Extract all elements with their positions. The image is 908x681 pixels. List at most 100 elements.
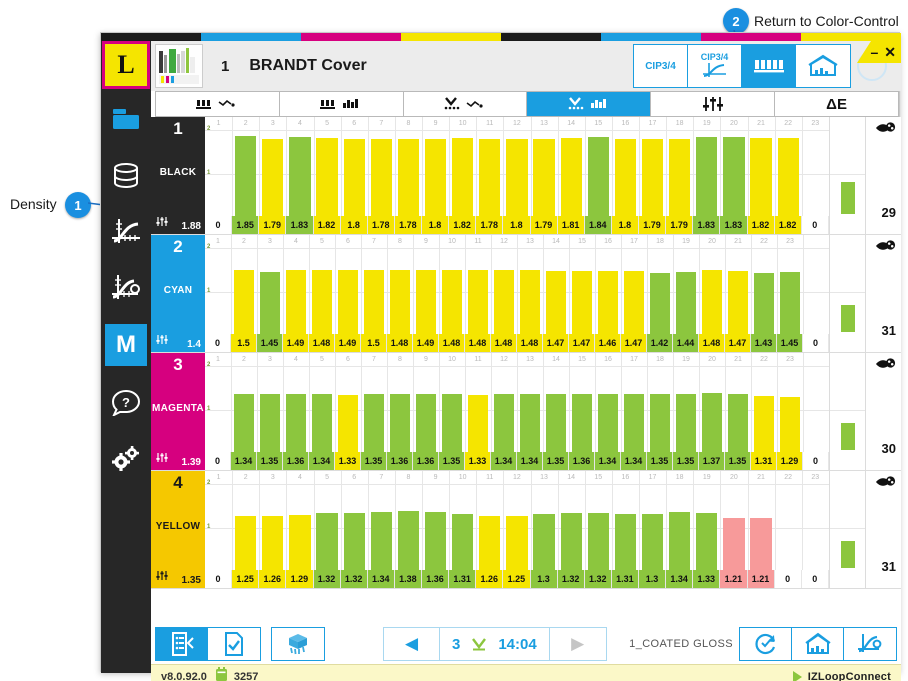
density-value-cell[interactable]: 1.8 xyxy=(503,216,531,234)
density-value-cell[interactable]: 1.78 xyxy=(367,216,395,234)
bar-cell[interactable] xyxy=(751,248,777,334)
density-value-cell[interactable]: 0 xyxy=(205,452,231,470)
density-value-cell[interactable]: 1.26 xyxy=(259,570,287,588)
bar-cell[interactable] xyxy=(413,366,439,452)
density-value-cell[interactable]: 1.21 xyxy=(720,570,748,588)
bar-cell[interactable] xyxy=(361,366,387,452)
density-value-cell[interactable]: 1.33 xyxy=(465,452,491,470)
density-value-cell[interactable]: 1.37 xyxy=(699,452,725,470)
bar-cell[interactable] xyxy=(465,366,491,452)
density-value-cell[interactable]: 1.49 xyxy=(335,334,361,352)
sidebar-item-curve-settings[interactable] xyxy=(101,263,151,313)
eye-icon[interactable] xyxy=(875,357,897,376)
refresh-sync-button[interactable] xyxy=(740,628,792,660)
bar-cell[interactable] xyxy=(476,484,503,570)
sidebar-item-curve[interactable] xyxy=(101,207,151,257)
close-button[interactable]: ✕ xyxy=(884,45,896,59)
bar-cell[interactable] xyxy=(639,130,666,216)
density-value-cell[interactable]: 0 xyxy=(205,216,233,234)
bar-cell[interactable] xyxy=(725,248,751,334)
density-value-cell[interactable]: 1.34 xyxy=(309,452,335,470)
density-value-cell[interactable]: 1.45 xyxy=(257,334,283,352)
bar-cell[interactable] xyxy=(257,248,283,334)
bar-cell[interactable] xyxy=(595,248,621,334)
density-value-cell[interactable]: 1.43 xyxy=(751,334,777,352)
density-value-cell[interactable]: 1.32 xyxy=(557,570,585,588)
bar-cell[interactable] xyxy=(286,130,313,216)
density-value-cell[interactable]: 1.45 xyxy=(777,334,803,352)
bar-cell[interactable] xyxy=(777,366,803,452)
density-value-cell[interactable]: 0 xyxy=(803,334,829,352)
bar-cell[interactable] xyxy=(259,130,286,216)
bar-cell[interactable] xyxy=(543,366,569,452)
save-measurement-button[interactable] xyxy=(208,628,260,660)
press-house-button[interactable] xyxy=(792,628,844,660)
density-value-cell[interactable]: 1.29 xyxy=(286,570,314,588)
density-value-cell[interactable]: 1.36 xyxy=(422,570,450,588)
density-value-cell[interactable]: 1.35 xyxy=(543,452,569,470)
bar-cell[interactable] xyxy=(361,248,387,334)
bar-cell[interactable] xyxy=(368,130,395,216)
job-thumbnail[interactable] xyxy=(155,44,203,88)
density-value-cell[interactable]: 1.31 xyxy=(611,570,639,588)
bar-cell[interactable] xyxy=(647,366,673,452)
density-value-cell[interactable]: 1.25 xyxy=(232,570,260,588)
minimize-button[interactable]: – xyxy=(870,45,878,59)
density-value-cell[interactable]: 1.85 xyxy=(232,216,260,234)
bar-cell[interactable] xyxy=(449,484,476,570)
bar-cell[interactable] xyxy=(543,248,569,334)
previous-measurement-button[interactable]: ◀ xyxy=(384,628,440,660)
bar-cell[interactable] xyxy=(286,484,313,570)
bar-cell[interactable] xyxy=(673,248,699,334)
density-value-cell[interactable]: 1.83 xyxy=(286,216,314,234)
bar-cell[interactable] xyxy=(439,366,465,452)
density-value-cell[interactable]: 1.82 xyxy=(449,216,477,234)
bar-cell[interactable] xyxy=(476,130,503,216)
bar-cell[interactable] xyxy=(595,366,621,452)
bar-cell[interactable] xyxy=(283,366,309,452)
density-value-cell[interactable]: 1.48 xyxy=(491,334,517,352)
bar-cell[interactable] xyxy=(558,130,585,216)
bar-cell[interactable] xyxy=(569,248,595,334)
bar-cell[interactable] xyxy=(720,130,747,216)
density-value-cell[interactable]: 1.79 xyxy=(259,216,287,234)
tab-density-bars[interactable] xyxy=(527,92,652,116)
bar-cell[interactable] xyxy=(205,130,232,216)
ink-channel-header[interactable]: 2 CYAN 1.4 xyxy=(151,235,205,352)
bar-cell[interactable] xyxy=(585,130,612,216)
density-value-cell[interactable]: 1.48 xyxy=(387,334,413,352)
bar-cell[interactable] xyxy=(699,248,725,334)
density-value-cell[interactable]: 1.48 xyxy=(699,334,725,352)
density-value-cell[interactable]: 0 xyxy=(801,216,829,234)
eye-icon[interactable] xyxy=(875,239,897,258)
bar-cell[interactable] xyxy=(335,366,361,452)
density-value-cell[interactable]: 1.34 xyxy=(666,570,694,588)
bar-cell[interactable] xyxy=(395,130,422,216)
density-value-cell[interactable]: 1.84 xyxy=(584,216,612,234)
bar-cell[interactable] xyxy=(531,484,558,570)
bar-cell[interactable] xyxy=(491,366,517,452)
bar-cell[interactable] xyxy=(341,484,368,570)
density-value-cell[interactable]: 1.82 xyxy=(747,216,775,234)
bar-cell[interactable] xyxy=(205,366,231,452)
job-report-button[interactable] xyxy=(156,628,208,660)
bar-cell[interactable] xyxy=(387,248,413,334)
curve-settings-button[interactable] xyxy=(844,628,896,660)
bar-cell[interactable] xyxy=(491,248,517,334)
bar-cell[interactable] xyxy=(503,130,530,216)
bar-cell[interactable] xyxy=(777,248,803,334)
density-value-cell[interactable]: 1.34 xyxy=(621,452,647,470)
density-value-cell[interactable]: 1.82 xyxy=(313,216,341,234)
bar-cell[interactable] xyxy=(205,248,231,334)
bar-cell[interactable] xyxy=(569,366,595,452)
density-value-cell[interactable]: 1.34 xyxy=(231,452,257,470)
sidebar-item-database[interactable] xyxy=(101,151,151,201)
density-value-cell[interactable]: 1.79 xyxy=(530,216,558,234)
density-value-cell[interactable]: 1.42 xyxy=(647,334,673,352)
sidebar-item-help[interactable]: ? xyxy=(101,377,151,427)
density-value-cell[interactable]: 1.48 xyxy=(309,334,335,352)
bar-cell[interactable] xyxy=(335,248,361,334)
density-value-cell[interactable]: 1.78 xyxy=(394,216,422,234)
density-value-cell[interactable]: 1.34 xyxy=(367,570,395,588)
density-value-cell[interactable]: 1.8 xyxy=(611,216,639,234)
